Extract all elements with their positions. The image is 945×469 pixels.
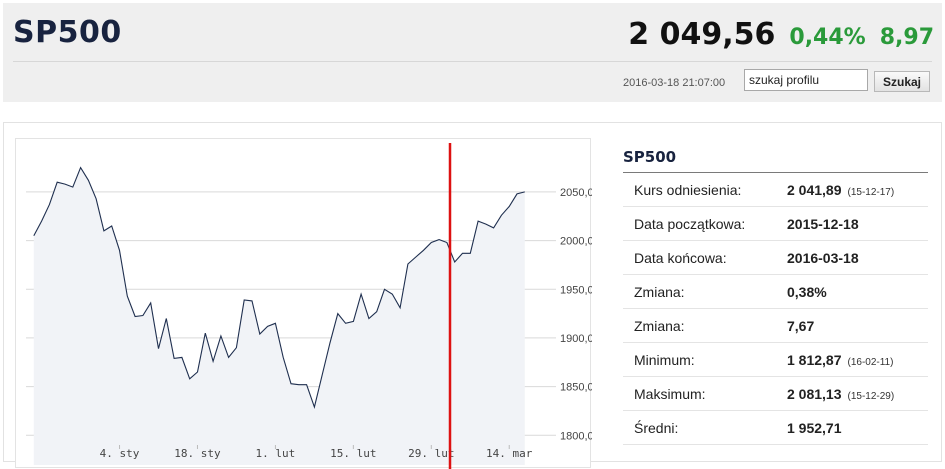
y-tick-label: 2050,00 (560, 187, 592, 199)
info-label: Data początkowa: (634, 216, 746, 232)
info-value: 1 952,71 (787, 420, 842, 436)
info-value: 7,67 (787, 318, 815, 334)
info-note: (15-12-29) (847, 391, 895, 402)
info-row: Zmiana: 7,67 (623, 309, 928, 343)
x-tick-label: 18. sty (174, 447, 221, 460)
info-row: Maksimum: 2 081,13 (15-12-29) (623, 377, 928, 411)
price-chart[interactable]: 1800,00 1850,00 1900,00 1950,00 2000,00 2050,… (15, 138, 592, 469)
info-row: Data początkowa: 2015-12-18 (623, 207, 928, 241)
info-label: Maksimum: (634, 386, 706, 402)
x-tick-label: 15. lut (330, 447, 376, 460)
info-row: Minimum: 1 812,87 (16-02-11) (623, 343, 928, 377)
x-tick-label: 1. lut (256, 447, 296, 460)
info-label: Data końcowa: (634, 250, 727, 266)
header-divider (13, 61, 932, 62)
info-row: Zmiana: 0,38% (623, 275, 928, 309)
info-table: Kurs odniesienia: 2 041,89 (15-12-17) Dat… (623, 172, 928, 445)
info-label: Średni: (634, 420, 679, 436)
change-absolute: 8,97 (879, 25, 934, 50)
ticker-symbol: SP500 (13, 15, 122, 50)
info-value: 2 081,13 (15-12-29) (787, 386, 895, 402)
info-label: Minimum: (634, 352, 695, 368)
info-value: 2015-12-18 (787, 216, 859, 232)
info-title: SP500 (623, 148, 677, 166)
info-label: Zmiana: (634, 284, 685, 300)
info-note: (16-02-11) (847, 357, 894, 368)
x-tick-label: 14. mar (486, 447, 533, 460)
search-input[interactable] (744, 69, 868, 91)
quote-timestamp: 2016-03-18 21:07:00 (623, 77, 726, 89)
info-value: 2 041,89 (15-12-17) (787, 182, 895, 198)
x-tick-label: 4. sty (100, 447, 140, 460)
y-tick-label: 1800,00 (560, 430, 592, 442)
search-button[interactable]: Szukaj (874, 71, 930, 92)
info-row: Kurs odniesienia: 2 041,89 (15-12-17) (623, 173, 928, 207)
info-label: Zmiana: (634, 318, 685, 334)
y-tick-label: 1950,00 (560, 284, 592, 296)
change-percent: 0,44% (789, 25, 866, 50)
y-tick-label: 1850,00 (560, 382, 592, 394)
info-row: Data końcowa: 2016-03-18 (623, 241, 928, 275)
info-value: 1 812,87 (16-02-11) (787, 352, 894, 368)
info-note: (15-12-17) (847, 187, 895, 198)
y-tick-label: 1900,00 (560, 333, 592, 345)
info-value: 0,38% (787, 284, 827, 300)
info-label: Kurs odniesienia: (634, 182, 742, 198)
price-row: 2 049,56 0,44% 8,97 (628, 17, 934, 52)
info-row: Średni: 1 952,71 (623, 411, 928, 445)
info-value: 2016-03-18 (787, 250, 859, 266)
chart-svg: 1800,00 1850,00 1900,00 1950,00 2000,00 2050,… (26, 143, 592, 469)
y-tick-label: 2000,00 (560, 236, 592, 248)
last-price: 2 049,56 (628, 17, 776, 52)
x-tick-label: 29. lut (408, 447, 454, 460)
